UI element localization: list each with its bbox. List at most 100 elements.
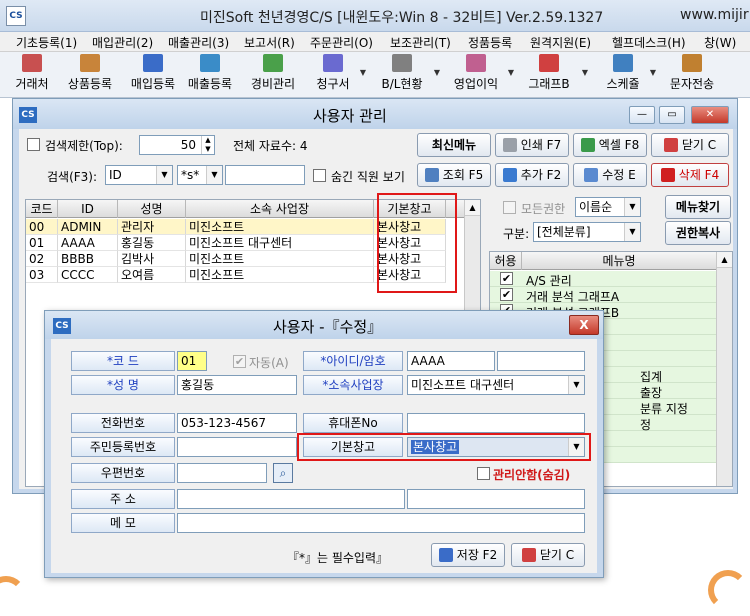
toolbar-product-button[interactable]: 상품등록 (62, 54, 118, 96)
menu-window[interactable]: 창(W) (704, 34, 736, 51)
name-input[interactable]: 홍길동 (177, 375, 297, 395)
auto-checkbox[interactable]: ✔ (233, 355, 246, 368)
toolbar-invoice-button[interactable]: 청구서 ▼ (310, 54, 366, 96)
toolbar-expense-button[interactable]: 경비관리 (246, 54, 300, 96)
list-item[interactable]: ✔ A/S 관리 (490, 271, 716, 288)
branch-select[interactable]: 미진소프트 대구센터 ▼ (407, 375, 585, 395)
menu-purchase[interactable]: 매입관리(2) (92, 34, 153, 51)
chevron-down-icon[interactable]: ▼ (508, 68, 514, 77)
permission-sort-select[interactable]: 이름순 ▼ (575, 197, 641, 217)
minimize-button[interactable]: — (629, 106, 655, 124)
dialog-close-button[interactable]: X (569, 315, 599, 335)
chevron-down-icon: ▼ (624, 223, 640, 241)
required-note: 『*』는 필수입력』 (287, 551, 389, 565)
phone-label: 전화번호 (71, 413, 175, 433)
menu-basic-registration[interactable]: 기초등록(1) (16, 34, 77, 51)
maximize-button[interactable]: ▭ (659, 106, 685, 124)
refresh-menu-button[interactable]: 최신메뉴 (417, 133, 491, 157)
toolbar-sales-button[interactable]: 매출등록 (182, 54, 238, 96)
dialog-title-bar: CS 사용자 -『수정』 X (45, 311, 603, 339)
zip-search-button[interactable]: ⌕ (273, 463, 293, 483)
chevron-down-icon[interactable]: ▼ (582, 68, 588, 77)
phone-input[interactable]: 053-123-4567 (177, 413, 297, 433)
chevron-down-icon[interactable]: ▼ (650, 68, 656, 77)
column-header-allow[interactable]: 허용 (490, 252, 522, 270)
menu-reports[interactable]: 보고서(R) (244, 34, 295, 51)
address-input-2[interactable] (407, 489, 585, 509)
close-button[interactable]: 닫기 C (651, 133, 729, 157)
close-icon (663, 138, 678, 152)
save-button[interactable]: 저장 F2 (431, 543, 505, 567)
column-header-branch[interactable]: 소속 사업장 (186, 200, 374, 218)
menu-sales[interactable]: 매출관리(3) (168, 34, 229, 51)
toolbar-sms-button[interactable]: 문자전송 (664, 54, 720, 96)
column-header-code[interactable]: 코드 (26, 200, 58, 218)
box-icon (80, 54, 100, 72)
printer-icon (502, 138, 517, 152)
list-item[interactable]: ✔ 거래 분석 그래프A (490, 287, 716, 304)
column-header-name[interactable]: 성명 (118, 200, 186, 218)
toolbar-bl-status-button[interactable]: B/L현황 ▼ (374, 54, 440, 96)
copy-permission-button[interactable]: 권한복사 (665, 221, 731, 245)
chevron-down-icon[interactable]: ▼ (434, 68, 440, 77)
chevron-down-icon[interactable]: ▼ (360, 68, 366, 77)
dialog-cancel-button[interactable]: 닫기 C (511, 543, 585, 567)
menu-genuine-registration[interactable]: 정품등록 (468, 34, 512, 51)
show-hidden-checkbox[interactable] (313, 169, 326, 182)
app-url: www.mijir (680, 7, 749, 23)
search-input[interactable] (225, 165, 305, 185)
window-close-button[interactable]: ✕ (691, 106, 729, 124)
purchase-icon (143, 54, 163, 72)
save-icon (438, 548, 453, 562)
id-input[interactable]: AAAA (407, 351, 495, 371)
delete-button[interactable]: 삭제 F4 (651, 163, 729, 187)
auto-label: 자동(A) (249, 356, 289, 370)
excel-icon (580, 138, 595, 152)
schedule-icon (613, 54, 633, 72)
allow-checkbox[interactable]: ✔ (500, 288, 513, 301)
close-icon (521, 548, 536, 562)
scroll-up-icon[interactable]: ▲ (465, 200, 480, 216)
user-management-title-bar: CS 사용자 관리 — ▭ ✕ (13, 99, 737, 129)
chevron-down-icon: ▼ (206, 166, 222, 184)
menu-table-scrollbar[interactable]: ▲ (716, 252, 732, 486)
calendar-icon (392, 54, 412, 72)
search-field-select[interactable]: ID ▼ (105, 165, 173, 185)
ssn-input[interactable] (177, 437, 297, 457)
toolbar-schedule-button[interactable]: 스케쥴 ▼ (600, 54, 656, 96)
address-input-1[interactable] (177, 489, 405, 509)
print-button[interactable]: 인쇄 F7 (495, 133, 569, 157)
mobile-label: 휴대폰No (303, 413, 403, 433)
category-select[interactable]: [전체분류] ▼ (533, 222, 641, 242)
mobile-input[interactable] (407, 413, 585, 433)
scroll-up-icon[interactable]: ▲ (717, 252, 732, 268)
zip-input[interactable] (177, 463, 267, 483)
search-button[interactable]: 조회 F5 (417, 163, 491, 187)
code-input[interactable]: 01 (177, 351, 207, 371)
all-permission-checkbox[interactable] (503, 201, 516, 214)
column-header-menu-name[interactable]: 메뉴명 (522, 252, 716, 270)
column-header-id[interactable]: ID (58, 200, 118, 218)
app-title-bar: CS 미진Soft 천년경영C/S [내윈도우:Win 8 - 32비트] Ve… (0, 0, 750, 32)
password-input[interactable] (497, 351, 585, 371)
allow-checkbox[interactable]: ✔ (500, 272, 513, 285)
search-operator-select[interactable]: *s* ▼ (177, 165, 223, 185)
dialog-logo: CS (53, 318, 71, 334)
excel-button[interactable]: 엑셀 F8 (573, 133, 647, 157)
find-menu-button[interactable]: 메뉴찾기 (665, 195, 731, 219)
toolbar-profit-button[interactable]: 영업이익 ▼ (448, 54, 514, 96)
menu-remote-support[interactable]: 원격지원(E) (530, 34, 591, 51)
search-limit-spinner[interactable]: ▲ ▼ (201, 136, 214, 154)
menu-helpdesk[interactable]: 헬프데스크(H) (612, 34, 686, 51)
toolbar-graph-b-button[interactable]: 그래프B ▼ (520, 54, 588, 96)
toolbar-customer-button[interactable]: 거래처 (10, 54, 54, 96)
hidden-checkbox[interactable] (477, 467, 490, 480)
memo-input[interactable] (177, 513, 585, 533)
sms-icon (682, 54, 702, 72)
edit-button[interactable]: 수정 E (573, 163, 647, 187)
menu-auxiliary[interactable]: 보조관리(T) (390, 34, 451, 51)
add-button[interactable]: 추가 F2 (495, 163, 569, 187)
search-limit-checkbox[interactable] (27, 138, 40, 151)
menu-orders[interactable]: 주문관리(O) (310, 34, 373, 51)
toolbar-purchase-button[interactable]: 매입등록 (126, 54, 180, 96)
